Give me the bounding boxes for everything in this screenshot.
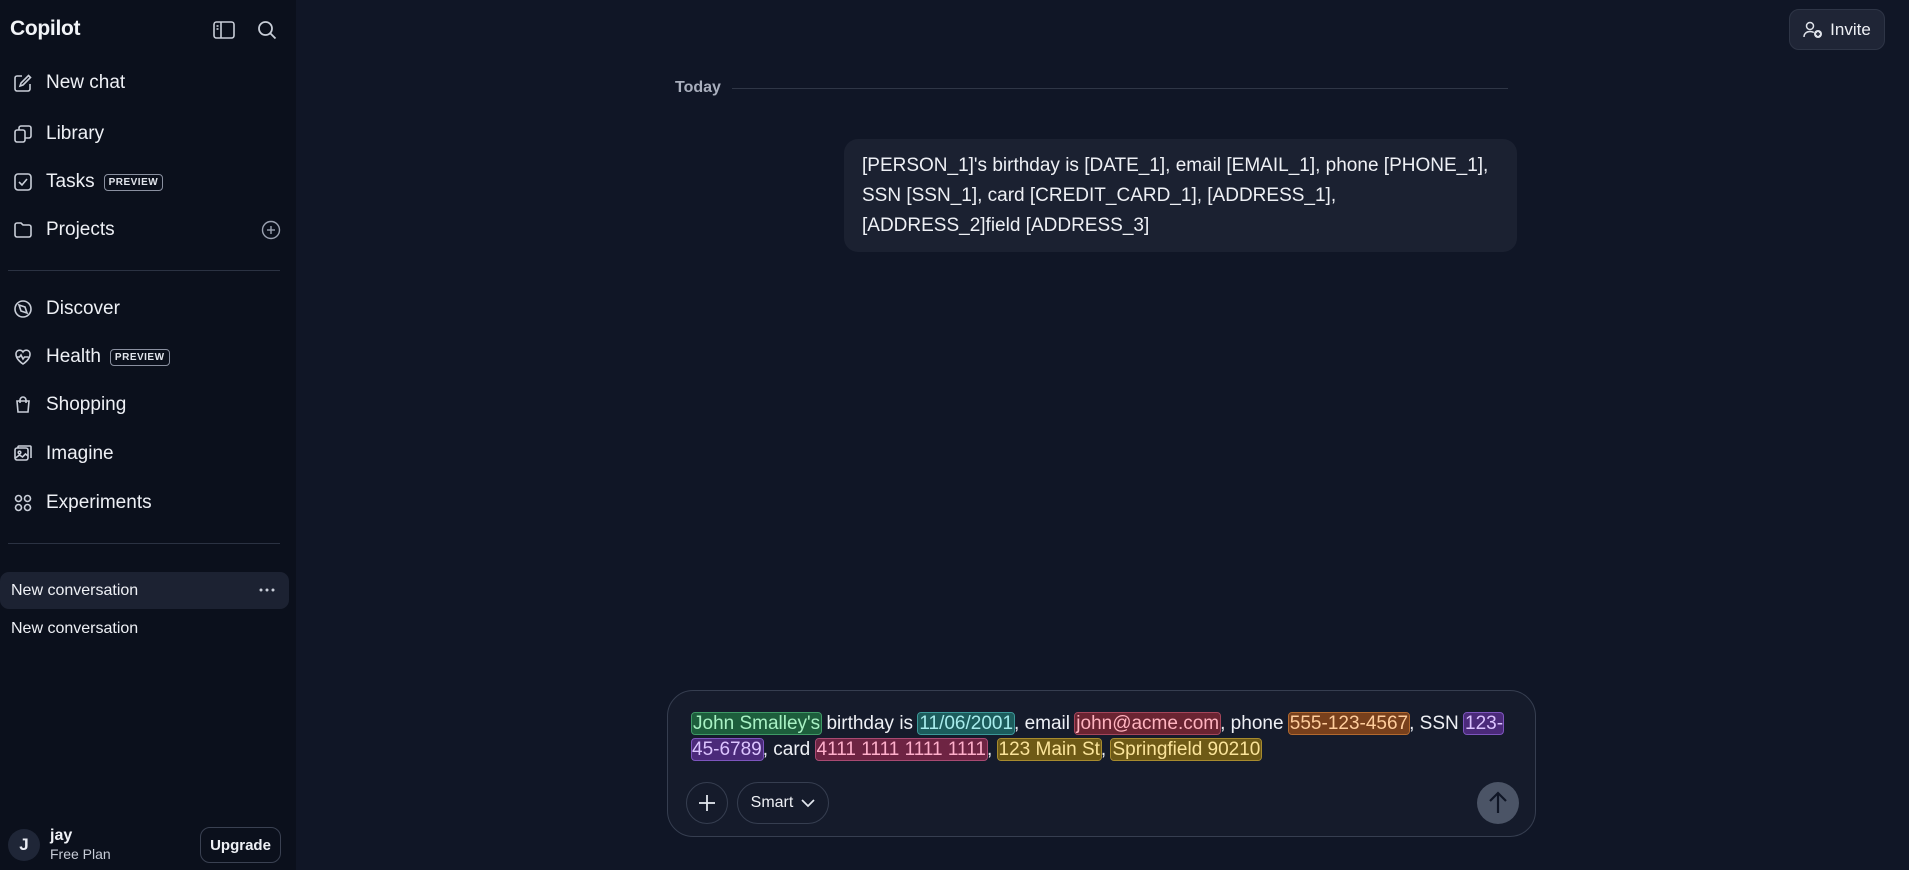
user-plan: Free Plan xyxy=(50,846,111,862)
nav-experiments[interactable]: Experiments xyxy=(12,486,282,520)
nav-label: Tasks xyxy=(46,171,95,192)
composer-input[interactable]: John Smalley's birthday is 11/06/2001, e… xyxy=(690,711,1512,763)
pii-highlight-email: john@acme.com xyxy=(1074,712,1222,735)
composer-text-segment: , card xyxy=(762,739,816,760)
conversation-title: New conversation xyxy=(11,581,139,599)
attach-button[interactable] xyxy=(686,782,728,824)
experiments-icon xyxy=(12,492,34,514)
pii-highlight-person: John Smalley's xyxy=(690,712,823,735)
nav-label: Discover xyxy=(46,298,120,319)
tasks-icon xyxy=(12,171,34,193)
pii-highlight-date: 11/06/2001 xyxy=(917,712,1016,735)
pii-highlight-card: 4111 1111 1111 1111 xyxy=(814,738,988,761)
pii-highlight-phone: 555-123-4567 xyxy=(1287,712,1411,735)
composer-text-segment: , email xyxy=(1014,713,1076,734)
user-profile[interactable]: J jay Free Plan xyxy=(8,827,111,863)
invite-label: Invite xyxy=(1830,19,1871,39)
pii-highlight-addr: 123 Main St xyxy=(996,738,1102,761)
sidebar-toggle-icon[interactable] xyxy=(211,18,237,42)
conversation-title: New conversation xyxy=(11,619,139,637)
nav-label: Experiments xyxy=(46,492,152,513)
nav-label: New chat xyxy=(46,72,126,93)
nav-label: Health xyxy=(46,346,101,367)
conversation-item[interactable]: New conversation xyxy=(0,610,289,647)
nav-label: Projects xyxy=(46,219,115,240)
user-message-bubble: [PERSON_1]'s birthday is [DATE_1], email… xyxy=(844,139,1517,252)
sidebar-divider xyxy=(8,270,280,271)
nav-imagine[interactable]: Imagine xyxy=(12,437,282,471)
add-project-button[interactable] xyxy=(260,219,282,241)
shopping-bag-icon xyxy=(12,394,34,416)
pii-highlight-addr: Springfield 90210 xyxy=(1110,738,1263,761)
add-person-icon xyxy=(1803,21,1823,39)
search-icon[interactable] xyxy=(254,18,280,42)
invite-button[interactable]: Invite xyxy=(1789,9,1885,50)
folder-icon xyxy=(12,219,34,241)
nav-tasks[interactable]: Tasks PREVIEW xyxy=(12,165,282,199)
heart-icon xyxy=(12,346,34,368)
send-button[interactable] xyxy=(1477,782,1519,824)
brand-logo: Copilot xyxy=(10,17,81,40)
upgrade-button[interactable]: Upgrade xyxy=(200,827,281,863)
conversation-item[interactable]: New conversation xyxy=(0,572,289,609)
composer-text-segment: , xyxy=(1100,739,1112,760)
image-icon xyxy=(12,443,34,465)
composer-text-segment: , xyxy=(986,739,998,760)
nav-label: Shopping xyxy=(46,394,127,415)
preview-badge: PREVIEW xyxy=(103,173,164,191)
plus-icon xyxy=(699,795,715,811)
library-icon xyxy=(12,123,34,145)
preview-badge: PREVIEW xyxy=(109,348,170,366)
chevron-down-icon xyxy=(801,798,815,808)
nav-discover[interactable]: Discover xyxy=(12,292,282,326)
arrow-up-icon xyxy=(1489,791,1507,813)
sidebar-divider xyxy=(8,543,280,544)
nav-new-chat[interactable]: New chat xyxy=(12,66,282,100)
mode-selector[interactable]: Smart xyxy=(737,782,829,824)
nav-projects[interactable]: Projects xyxy=(12,213,282,247)
composer-text-segment: , SSN xyxy=(1409,713,1465,734)
user-name: jay xyxy=(50,827,73,844)
compass-icon xyxy=(12,298,34,320)
sidebar: Copilot New chat Library Tasks PREVIEW P… xyxy=(0,0,296,870)
date-divider: Today xyxy=(675,79,721,96)
nav-health[interactable]: Health PREVIEW xyxy=(12,340,282,374)
more-options-icon[interactable] xyxy=(257,581,277,599)
avatar: J xyxy=(8,829,40,861)
date-divider-line xyxy=(732,88,1508,89)
nav-label: Imagine xyxy=(46,443,114,464)
nav-shopping[interactable]: Shopping xyxy=(12,388,282,422)
composer-text-segment: , phone xyxy=(1220,713,1289,734)
composer-text-segment: birthday is xyxy=(821,713,919,734)
mode-label: Smart xyxy=(750,794,794,811)
compose-icon xyxy=(12,72,34,94)
nav-library[interactable]: Library xyxy=(12,117,282,151)
message-composer[interactable]: John Smalley's birthday is 11/06/2001, e… xyxy=(667,690,1536,837)
nav-label: Library xyxy=(46,123,105,144)
